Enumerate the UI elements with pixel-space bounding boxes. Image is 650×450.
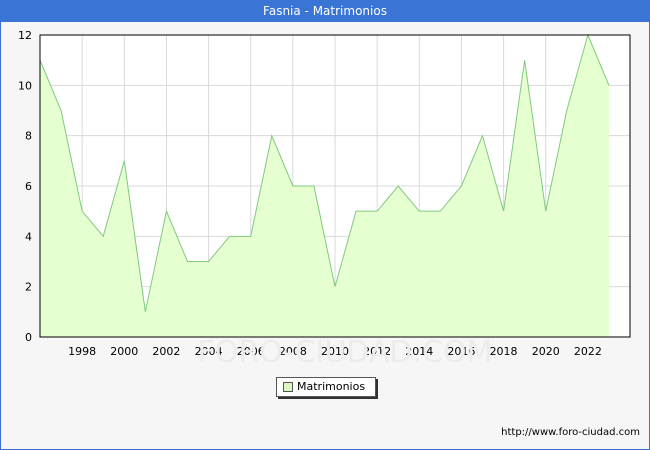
data-point <box>334 286 336 288</box>
data-point <box>608 84 610 86</box>
data-point <box>81 210 83 212</box>
data-point <box>123 160 125 162</box>
x-tick-label: 2000 <box>110 345 138 358</box>
data-point <box>482 135 484 137</box>
x-tick-label: 2020 <box>532 345 560 358</box>
y-tick-label: 12 <box>18 29 32 42</box>
data-point <box>165 210 167 212</box>
data-point <box>313 185 315 187</box>
y-tick-label: 8 <box>25 130 32 143</box>
data-point <box>460 185 462 187</box>
data-point <box>418 210 420 212</box>
data-point <box>229 235 231 237</box>
data-point <box>292 185 294 187</box>
legend-label: Matrimonios <box>297 380 366 393</box>
data-point <box>355 210 357 212</box>
data-point <box>397 185 399 187</box>
data-point <box>187 261 189 263</box>
y-tick-label: 10 <box>18 79 32 92</box>
y-tick-label: 0 <box>25 331 32 344</box>
data-point <box>60 110 62 112</box>
data-point <box>250 235 252 237</box>
data-point <box>102 235 104 237</box>
data-point <box>208 261 210 263</box>
y-tick-label: 6 <box>25 180 32 193</box>
y-tick-label: 2 <box>25 281 32 294</box>
x-tick-label: 2018 <box>490 345 518 358</box>
legend: Matrimonios <box>276 377 376 397</box>
data-point <box>566 110 568 112</box>
source-url: http://www.foro-ciudad.com <box>501 427 640 438</box>
legend-swatch <box>283 382 293 392</box>
data-point <box>439 210 441 212</box>
watermark-text: FORO-CIUDAD.COM <box>198 335 493 370</box>
data-point <box>524 59 526 61</box>
data-point <box>144 311 146 313</box>
data-point <box>376 210 378 212</box>
y-tick-label: 4 <box>25 230 32 243</box>
x-tick-label: 1998 <box>68 345 96 358</box>
data-point <box>545 210 547 212</box>
x-tick-label: 2022 <box>574 345 602 358</box>
x-tick-label: 2002 <box>152 345 180 358</box>
data-point <box>503 210 505 212</box>
data-point <box>271 135 273 137</box>
